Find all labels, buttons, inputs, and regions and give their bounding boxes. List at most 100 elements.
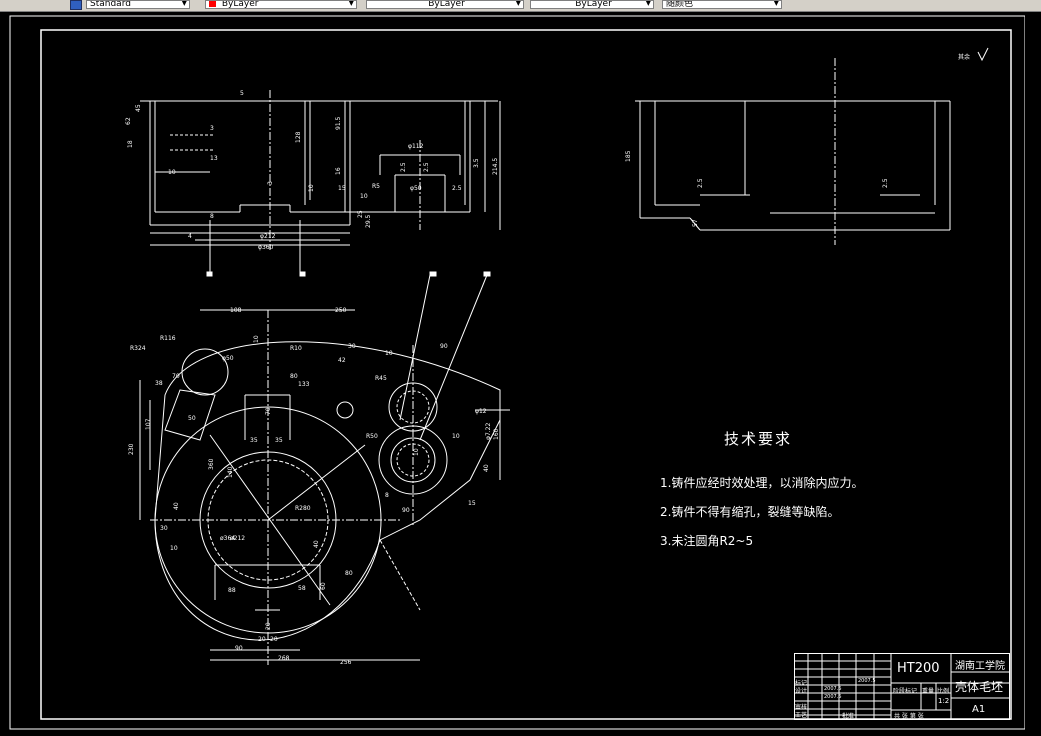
svg-text:80: 80	[290, 373, 298, 380]
svg-text:16: 16	[335, 167, 342, 175]
date: 2007.5	[824, 686, 842, 692]
svg-text:R50: R50	[366, 433, 378, 440]
svg-text:40: 40	[173, 502, 180, 510]
front-view-dims: 5 62 45 18 10 3 13 128 91.5 16 10 15 10 …	[125, 90, 499, 251]
scale-value: 1:2	[938, 697, 950, 705]
requirement-item: 1.铸件应经时效处理，以消除内应力。	[660, 476, 864, 490]
svg-text:R280: R280	[295, 505, 311, 512]
svg-text:10: 10	[308, 184, 315, 192]
svg-text:R116: R116	[160, 335, 176, 342]
svg-text:10: 10	[360, 193, 368, 200]
svg-text:φ7.22: φ7.22	[485, 423, 492, 441]
svg-text:2.5: 2.5	[423, 162, 430, 172]
cad-drawing: 其余 5 62 45 18 10 3 13 128 91.5 16 10 15 …	[9, 15, 1026, 730]
svg-text:40: 40	[313, 540, 320, 548]
svg-text:30: 30	[160, 525, 168, 532]
svg-text:φ50: φ50	[222, 355, 234, 362]
svg-text:8: 8	[210, 213, 214, 220]
svg-text:88: 88	[228, 587, 236, 594]
svg-text:φ360: φ360	[258, 244, 274, 251]
row-label: 设计	[795, 688, 808, 695]
svg-text:57: 57	[692, 219, 699, 227]
svg-text:29.5: 29.5	[365, 214, 372, 228]
svg-text:25: 25	[357, 210, 364, 218]
svg-text:80: 80	[345, 570, 353, 577]
svg-text:2.5: 2.5	[400, 162, 407, 172]
svg-text:φ112: φ112	[408, 143, 424, 150]
sheet-frame	[40, 29, 1012, 720]
svg-text:40: 40	[483, 464, 490, 472]
svg-text:φ212: φ212	[260, 233, 276, 240]
sheet-size: A1	[972, 704, 986, 715]
svg-text:70: 70	[265, 407, 272, 415]
svg-text:10: 10	[413, 448, 420, 456]
date: 2007.5	[824, 694, 842, 700]
svg-text:70: 70	[172, 373, 180, 380]
svg-text:φ12: φ12	[475, 408, 487, 415]
svg-text:18: 18	[127, 140, 134, 148]
svg-text:91.5: 91.5	[335, 116, 342, 130]
svg-text:30: 30	[348, 343, 356, 350]
svg-text:90: 90	[440, 343, 448, 350]
svg-text:107: 107	[145, 418, 152, 430]
material-label: HT200	[897, 661, 940, 676]
plan-view-dims: 108 250 R116 R324 10 φ50 R10 30 42 10 90…	[128, 307, 500, 666]
date: 2007.5	[858, 678, 876, 684]
svg-text:230: 230	[128, 443, 135, 455]
svg-text:256: 256	[340, 659, 352, 666]
svg-text:35: 35	[250, 437, 258, 444]
svg-text:45: 45	[135, 104, 142, 112]
svg-text:10: 10	[452, 433, 460, 440]
front-section-view	[140, 90, 501, 277]
svg-text:R5: R5	[372, 183, 380, 190]
svg-text:50: 50	[188, 415, 196, 422]
svg-text:3: 3	[267, 181, 274, 185]
svg-text:214.5: 214.5	[492, 158, 499, 175]
svg-text:185: 185	[625, 150, 632, 162]
svg-text:140: 140	[227, 466, 234, 478]
svg-text:20: 20	[258, 636, 266, 643]
svg-text:128: 128	[295, 131, 302, 143]
svg-text:3: 3	[210, 125, 214, 132]
vertical-scrollbar[interactable]	[1025, 12, 1041, 736]
svg-text:8: 8	[385, 492, 389, 499]
svg-text:3.5: 3.5	[473, 158, 480, 168]
svg-text:160: 160	[493, 428, 500, 440]
side-view	[635, 58, 951, 245]
svg-text:10: 10	[168, 169, 176, 176]
svg-text:2.5: 2.5	[452, 185, 462, 192]
svg-text:62: 62	[125, 117, 132, 125]
svg-text:10: 10	[385, 350, 393, 357]
requirement-item: 3.未注圆角R2~5	[660, 534, 754, 548]
weight-label: 重量	[922, 688, 935, 695]
row-label: 工艺	[795, 712, 808, 719]
svg-text:15: 15	[468, 500, 476, 507]
stage-label: 阶段标记	[893, 688, 918, 695]
svg-text:268: 268	[278, 655, 290, 662]
svg-text:42: 42	[338, 357, 346, 364]
svg-text:58: 58	[298, 585, 306, 592]
svg-text:38: 38	[155, 380, 163, 387]
part-name: 壳体毛坯	[955, 680, 1004, 694]
school-name: 湖南工学院	[955, 661, 1005, 672]
ratio-label: 比例	[937, 688, 950, 695]
title-block: HT200 湖南工学院 壳体毛坯 阶段标记 重量 比例 1:2 共 张 第 张 …	[794, 653, 1010, 720]
approve-label: 批准	[842, 713, 855, 720]
roughness-note: 其余	[958, 53, 970, 61]
svg-text:90: 90	[235, 645, 243, 652]
svg-text:133: 133	[298, 381, 310, 388]
svg-text:5: 5	[240, 90, 244, 97]
svg-text:90: 90	[402, 507, 410, 514]
svg-text:108: 108	[230, 307, 242, 314]
svg-text:4: 4	[188, 233, 192, 240]
svg-text:20: 20	[270, 636, 278, 643]
plan-view	[139, 271, 510, 665]
requirements-title: 技术要求	[724, 430, 793, 448]
svg-text:60: 60	[320, 582, 327, 590]
sheet-outer-border	[9, 15, 1026, 730]
svg-text:35: 35	[275, 437, 283, 444]
svg-text:15: 15	[338, 185, 346, 192]
side-view-dims: 185 57 2.5 2.5	[625, 150, 889, 227]
svg-text:250: 250	[335, 307, 347, 314]
requirement-item: 2.铸件不得有缩孔，裂缝等缺陷。	[660, 505, 840, 519]
